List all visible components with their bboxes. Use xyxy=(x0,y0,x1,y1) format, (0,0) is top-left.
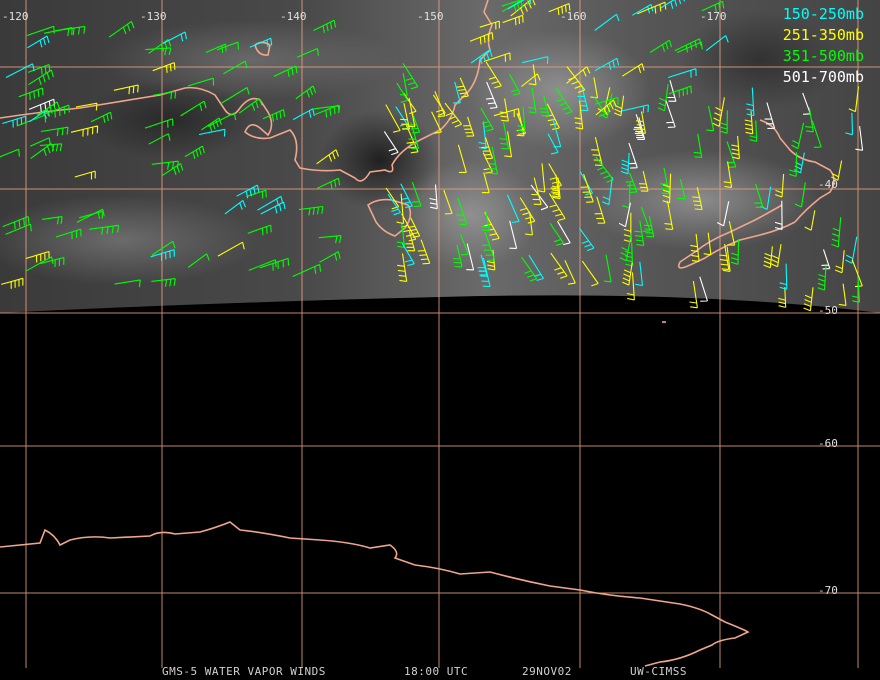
lon-label-170: -170 xyxy=(700,10,727,23)
legend-item-351-500: 351-500mb xyxy=(782,47,864,65)
lon-label-130: -130 xyxy=(140,10,167,23)
footer-source: UW-CIMSS xyxy=(630,665,687,678)
footer-time: 18:00 UTC xyxy=(404,665,469,678)
legend-item-150-250: 150-250mb xyxy=(782,5,864,23)
antarctica-coast xyxy=(0,521,750,667)
lon-label-160: -160 xyxy=(560,10,587,23)
lon-label-140: -140 xyxy=(280,10,307,23)
map-canvas: -120 -130 -140 -150 -160 -170 -40 -50 -6… xyxy=(0,0,880,668)
footer-caption: GMS-5 WATER VAPOR WINDS 18:00 UTC 29NOV0… xyxy=(0,665,880,679)
footer-product: GMS-5 WATER VAPOR WINDS xyxy=(162,665,326,678)
lat-label-70: -70 xyxy=(818,584,838,597)
legend-item-501-700: 501-700mb xyxy=(782,68,864,86)
lon-label-150: -150 xyxy=(417,10,444,23)
lat-label-40: -40 xyxy=(818,178,838,191)
footer-date: 29NOV02 xyxy=(522,665,572,678)
pressure-legend: 150-250mb 251-350mb 351-500mb 501-700mb xyxy=(783,4,864,88)
lat-label-60: -60 xyxy=(818,437,838,450)
water-vapor-imagery xyxy=(0,0,880,313)
lon-label-120: -120 xyxy=(2,10,29,23)
legend-item-251-350: 251-350mb xyxy=(782,26,864,44)
lat-label-50: -50 xyxy=(818,304,838,317)
